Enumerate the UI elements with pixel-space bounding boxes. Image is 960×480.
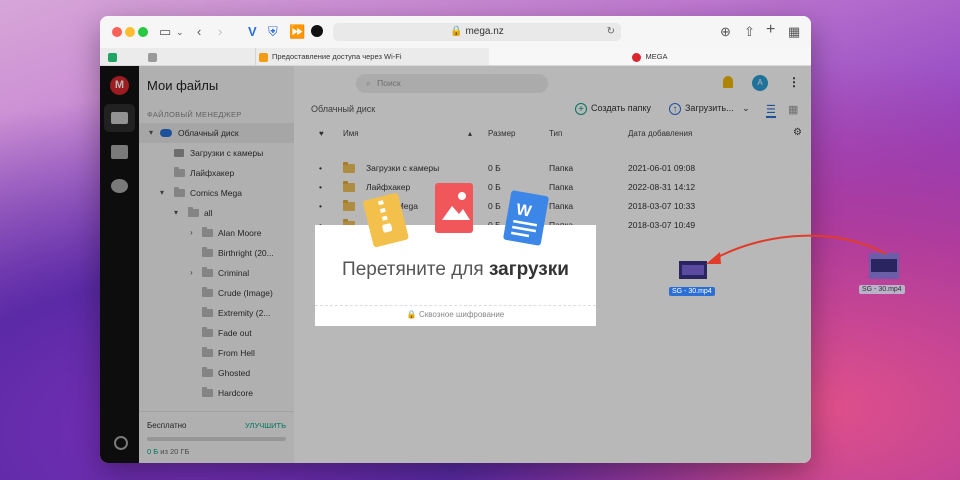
- tab-mega-label: MEGA: [645, 52, 668, 61]
- tab-wifi-label: Предоставление доступа через Wi-Fi: [272, 52, 402, 61]
- tab-wifi[interactable]: Предоставление доступа через Wi-Fi: [255, 48, 493, 65]
- pinned-tab-b[interactable]: [148, 48, 160, 65]
- word-file-icon: W: [503, 190, 549, 246]
- address-bar[interactable]: 🔒 mega.nz ↻: [333, 23, 621, 41]
- lock-icon: 🔒: [450, 26, 463, 37]
- zoom-window-button[interactable]: [138, 27, 148, 37]
- reload-icon[interactable]: ↻: [607, 23, 615, 41]
- extension-shield-icon[interactable]: ⛨: [268, 24, 278, 40]
- url-text: mega.nz: [465, 26, 504, 37]
- forward-icon[interactable]: ›: [218, 24, 222, 40]
- mega-favicon-icon: [632, 52, 642, 62]
- encryption-label: Сквозное шифрование: [418, 310, 505, 319]
- sidebar-toggle-icon[interactable]: ▭: [159, 24, 171, 40]
- archive-file-icon: [363, 193, 409, 248]
- new-tab-icon[interactable]: +: [766, 22, 775, 38]
- tab-bar: Предоставление доступа через Wi-Fi MEGA: [100, 48, 811, 66]
- download-icon[interactable]: ⊕: [720, 24, 731, 40]
- tab-overview-icon[interactable]: ▦: [788, 24, 800, 40]
- drag-arrow-icon: [706, 234, 887, 264]
- close-window-button[interactable]: [112, 27, 122, 37]
- drop-zone-footer: 🔒 Сквозное шифрование: [315, 305, 596, 319]
- browser-titlebar: ▭ ⌄ ‹ › V ⛨ ⏩ 🔒 mega.nz ↻ ⊕ ⇧ + ▦: [100, 16, 811, 49]
- extension-play-icon[interactable]: ⏩: [289, 24, 305, 40]
- drop-zone-title: Перетяните для загрузки: [315, 259, 596, 281]
- lock-icon: 🔒: [406, 310, 417, 319]
- dragged-file-label: SG - 30.mp4: [669, 287, 715, 296]
- b-icon: [148, 52, 157, 62]
- sheets-icon: [108, 52, 117, 62]
- pinned-tab-sheets[interactable]: [108, 48, 120, 65]
- chevron-down-icon[interactable]: ⌄: [176, 24, 184, 40]
- minimize-window-button[interactable]: [125, 27, 135, 37]
- extension-v-icon[interactable]: V: [248, 24, 257, 40]
- extension-moon-icon[interactable]: [311, 25, 323, 37]
- tab-mega[interactable]: MEGA: [489, 48, 811, 65]
- wifi-page-icon: [259, 52, 268, 62]
- back-icon[interactable]: ‹: [197, 24, 201, 40]
- share-icon[interactable]: ⇧: [744, 24, 755, 40]
- image-file-icon: [435, 183, 473, 233]
- desktop-file-label[interactable]: SG - 30.mp4: [859, 285, 905, 294]
- drop-title-regular: Перетяните для: [342, 259, 489, 280]
- drop-title-bold: загрузки: [488, 259, 569, 280]
